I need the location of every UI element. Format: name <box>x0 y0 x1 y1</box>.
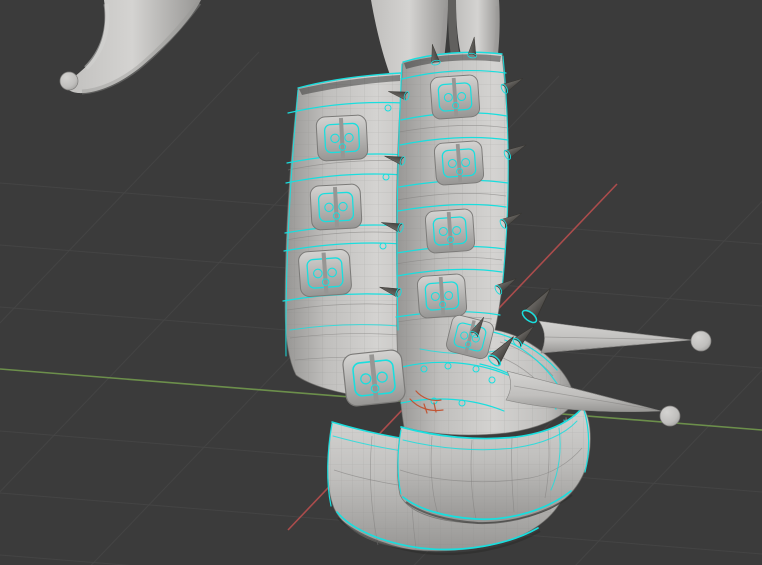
spike-cone-lower-ball[interactable] <box>659 405 681 427</box>
scene-canvas[interactable] <box>0 0 762 565</box>
buckle[interactable] <box>414 271 470 321</box>
buckle[interactable] <box>316 115 368 162</box>
buckle[interactable] <box>310 184 362 231</box>
tail-tip-ball[interactable] <box>59 71 79 91</box>
buckle[interactable] <box>427 72 483 122</box>
buckle[interactable] <box>298 249 352 297</box>
buckle-large[interactable] <box>342 349 406 407</box>
buckle[interactable] <box>431 138 487 188</box>
viewport-3d[interactable] <box>0 0 762 565</box>
right-leg-mesh[interactable] <box>456 0 500 59</box>
spike-cone-upper-ball[interactable] <box>690 330 712 352</box>
buckle[interactable] <box>422 206 478 256</box>
